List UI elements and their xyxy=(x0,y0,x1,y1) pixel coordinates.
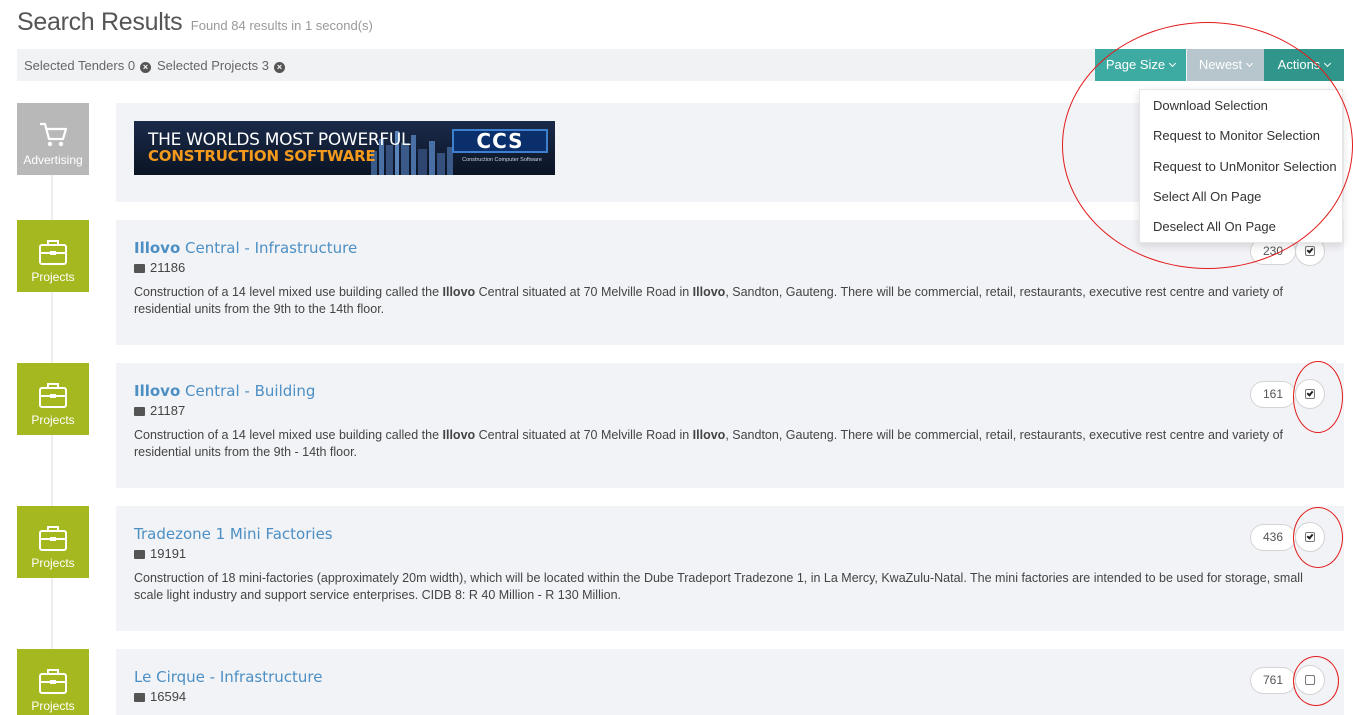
result-description: Construction of a 14 level mixed use bui… xyxy=(134,428,1283,459)
result-title-link[interactable]: Illovo Central - Infrastructure xyxy=(134,239,357,257)
result-id: 16594 xyxy=(134,689,186,704)
actions-button[interactable]: Actions xyxy=(1264,49,1344,81)
page-title: Search Results xyxy=(17,8,183,36)
check-icon xyxy=(1306,532,1314,540)
sort-newest-button[interactable]: Newest xyxy=(1187,49,1264,81)
briefcase-icon xyxy=(134,407,145,416)
title-text: Central - Infrastructure xyxy=(180,239,358,257)
result-description: Construction of a 14 level mixed use bui… xyxy=(134,285,1283,316)
clear-tenders-icon[interactable]: × xyxy=(140,62,152,73)
menu-item-request-unmonitor[interactable]: Request to UnMonitor Selection xyxy=(1140,156,1342,178)
check-icon xyxy=(1306,389,1314,397)
menu-item-deselect-all[interactable]: Deselect All On Page xyxy=(1140,216,1342,238)
banner-subheadline: CONSTRUCTION SOFTWARE xyxy=(148,147,376,165)
result-id: 19191 xyxy=(134,546,186,561)
page-header: Search Results Found 84 results in 1 sec… xyxy=(17,8,373,38)
advertising-label: Advertising xyxy=(23,153,83,167)
projects-label: Projects xyxy=(31,556,75,570)
selected-projects: Selected Projects 3 × xyxy=(157,58,286,73)
actions-label: Actions xyxy=(1277,57,1321,72)
result-card: Le Cirque - Infrastructure 16594 761 xyxy=(116,649,1344,715)
ccs-logo: CCS xyxy=(452,129,548,153)
count-badge: 436 xyxy=(1250,524,1296,551)
page-size-button[interactable]: Page Size xyxy=(1095,49,1186,81)
title-text: Le Cirque - Infrastructure xyxy=(134,668,323,686)
projects-tile: Projects xyxy=(17,649,89,715)
page-size-label: Page Size xyxy=(1105,57,1166,72)
title-highlight: Illovo xyxy=(134,239,181,257)
results-summary: Found 84 results in 1 second(s) xyxy=(190,18,373,33)
briefcase-icon xyxy=(134,693,145,702)
result-id: 21187 xyxy=(134,403,185,418)
projects-label: Projects xyxy=(31,413,75,427)
projects-label: Projects xyxy=(31,699,75,713)
briefcase-icon xyxy=(39,526,67,551)
result-title-link[interactable]: Tradezone 1 Mini Factories xyxy=(134,525,333,543)
projects-tile: Projects xyxy=(17,220,89,292)
actions-dropdown-menu: Download Selection Request to Monitor Se… xyxy=(1139,89,1343,243)
projects-tile: Projects xyxy=(17,363,89,435)
menu-item-request-monitor[interactable]: Request to Monitor Selection xyxy=(1140,125,1342,147)
result-title-link[interactable]: Illovo Central - Building xyxy=(134,382,315,400)
selected-projects-label: Selected Projects 3 xyxy=(157,58,270,73)
selected-tenders: Selected Tenders 0 × xyxy=(24,58,152,73)
result-id: 21186 xyxy=(134,260,185,275)
sort-newest-label: Newest xyxy=(1198,57,1243,72)
title-highlight: Illovo xyxy=(134,382,181,400)
select-checkbox[interactable] xyxy=(1295,379,1325,409)
briefcase-icon xyxy=(134,550,145,559)
briefcase-icon xyxy=(134,264,145,273)
result-description: Construction of 18 mini-factories (appro… xyxy=(134,571,1303,602)
select-checkbox[interactable] xyxy=(1295,665,1325,695)
result-card: Tradezone 1 Mini Factories 19191 Constru… xyxy=(116,506,1344,631)
chevron-down-icon xyxy=(1246,59,1254,68)
select-checkbox[interactable] xyxy=(1295,522,1325,552)
advert-banner[interactable]: THE WORLDS MOST POWERFUL CONSTRUCTION SO… xyxy=(134,121,555,175)
result-card: Illovo Central - Building 21187 Construc… xyxy=(116,363,1344,488)
briefcase-icon xyxy=(39,383,67,408)
title-text: Central - Building xyxy=(180,382,316,400)
advertising-tile: Advertising xyxy=(17,103,89,175)
clear-projects-icon[interactable]: × xyxy=(274,62,286,73)
projects-tile: Projects xyxy=(17,506,89,578)
result-title-link[interactable]: Le Cirque - Infrastructure xyxy=(134,668,322,686)
count-badge: 161 xyxy=(1250,381,1296,408)
selected-tenders-label: Selected Tenders 0 xyxy=(24,58,136,73)
check-icon xyxy=(1306,246,1314,254)
result-id-value: 21187 xyxy=(150,403,186,418)
briefcase-icon xyxy=(39,669,67,694)
menu-item-select-all[interactable]: Select All On Page xyxy=(1140,186,1342,208)
shopping-cart-icon xyxy=(40,122,68,147)
title-text: Tradezone 1 Mini Factories xyxy=(134,525,333,543)
ccs-logo-tagline: Construction Computer Software xyxy=(462,157,542,163)
chevron-down-icon xyxy=(1324,59,1332,68)
briefcase-icon xyxy=(39,240,67,265)
menu-item-download-selection[interactable]: Download Selection xyxy=(1140,95,1342,117)
chevron-down-icon xyxy=(1169,59,1177,68)
projects-label: Projects xyxy=(31,270,75,284)
count-badge: 761 xyxy=(1250,667,1296,694)
result-id-value: 21186 xyxy=(150,260,186,275)
result-id-value: 16594 xyxy=(150,689,187,704)
result-id-value: 19191 xyxy=(150,546,187,561)
